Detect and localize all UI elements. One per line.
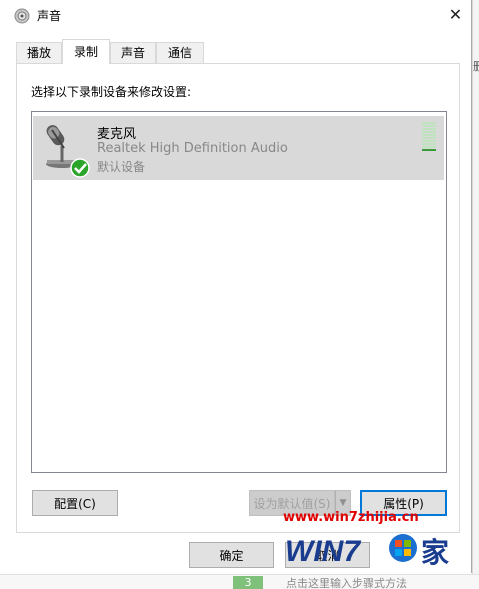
device-name: 麦克风	[97, 127, 137, 142]
level-segment	[422, 137, 436, 139]
svg-text:WIN7: WIN7	[285, 535, 361, 568]
level-meter	[422, 122, 436, 162]
level-segment	[422, 143, 436, 145]
level-segment	[422, 131, 436, 133]
background-window-edge: 删	[472, 0, 479, 588]
background-step-badge: 3	[233, 576, 263, 589]
svg-text:家: 家	[421, 536, 449, 568]
device-status: 默认设备	[97, 160, 146, 174]
watermark-url: www.win7zhijia.cn	[283, 510, 419, 525]
device-driver: Realtek High Definition Audio	[97, 141, 288, 156]
close-icon: ✕	[448, 5, 463, 24]
background-text-fragment: 删	[473, 60, 479, 73]
level-segment	[422, 128, 436, 130]
device-list[interactable]: 麦克风 Realtek High Definition Audio 默认设备	[31, 111, 447, 473]
tab-communications[interactable]: 通信	[156, 42, 204, 63]
tab-playback[interactable]: 播放	[16, 42, 62, 63]
watermark: www.win7zhijia.cn WIN7 家	[283, 510, 471, 572]
level-segment	[422, 122, 436, 124]
level-segment	[422, 140, 436, 142]
window-title: 声音	[37, 9, 62, 23]
level-segment	[422, 149, 436, 151]
speaker-icon	[14, 8, 30, 24]
chevron-down-icon: ▼	[339, 498, 347, 508]
level-segment	[422, 146, 436, 148]
ok-button[interactable]: 确定	[189, 542, 274, 568]
tab-sounds[interactable]: 声音	[110, 42, 156, 63]
level-segment	[422, 125, 436, 127]
level-segment	[422, 134, 436, 136]
microphone-icon	[46, 125, 90, 178]
background-hint-text: 点击这里输入步骤式方法	[286, 577, 407, 589]
configure-button[interactable]: 配置(C)	[32, 490, 118, 516]
device-item-microphone[interactable]: 麦克风 Realtek High Definition Audio 默认设备	[33, 116, 444, 180]
tab-recording[interactable]: 录制	[62, 39, 110, 64]
instruction-text: 选择以下录制设备来修改设置:	[31, 85, 192, 99]
watermark-logo: WIN7 家	[285, 534, 449, 568]
background-window-bottom: 3 点击这里输入步骤式方法	[0, 574, 479, 589]
title-bar[interactable]: 声音 ✕	[0, 0, 471, 31]
sound-dialog: 声音 ✕ 播放 录制 声音 通信 选择以下录制设备来修改设置: 麦克风 Real…	[0, 0, 472, 573]
close-button[interactable]: ✕	[440, 0, 471, 31]
